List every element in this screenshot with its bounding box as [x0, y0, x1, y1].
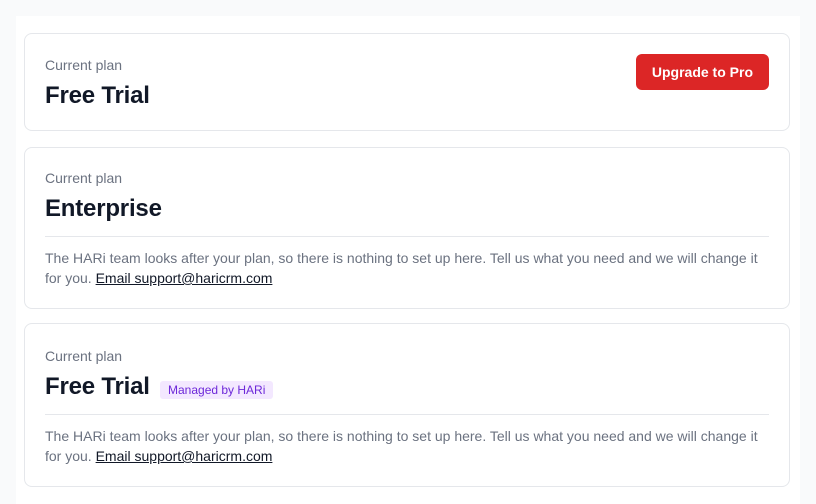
plan-name: Free Trial — [45, 82, 150, 109]
plan-name: Enterprise — [45, 195, 162, 222]
managed-plan-note: The HARi team looks after your plan, so … — [45, 426, 773, 466]
managed-by-badge: Managed by HARi — [160, 381, 274, 399]
divider — [45, 236, 769, 237]
email-support-link[interactable]: Email support@haricrm.com — [96, 448, 273, 464]
current-plan-label: Current plan — [45, 348, 123, 364]
plan-name: Free Trial — [45, 373, 150, 400]
plan-card-free-trial: Current plan Free Trial Upgrade to Pro — [24, 33, 790, 131]
divider — [45, 414, 769, 415]
plan-card-managed-free-trial: Current plan Free Trial Managed by HARi … — [24, 323, 790, 487]
current-plan-label: Current plan — [45, 57, 123, 73]
email-support-link[interactable]: Email support@haricrm.com — [96, 270, 273, 286]
plan-card-enterprise: Current plan Enterprise The HARi team lo… — [24, 147, 790, 309]
managed-plan-note: The HARi team looks after your plan, so … — [45, 248, 773, 288]
current-plan-label: Current plan — [45, 170, 123, 186]
upgrade-to-pro-button[interactable]: Upgrade to Pro — [635, 54, 769, 90]
